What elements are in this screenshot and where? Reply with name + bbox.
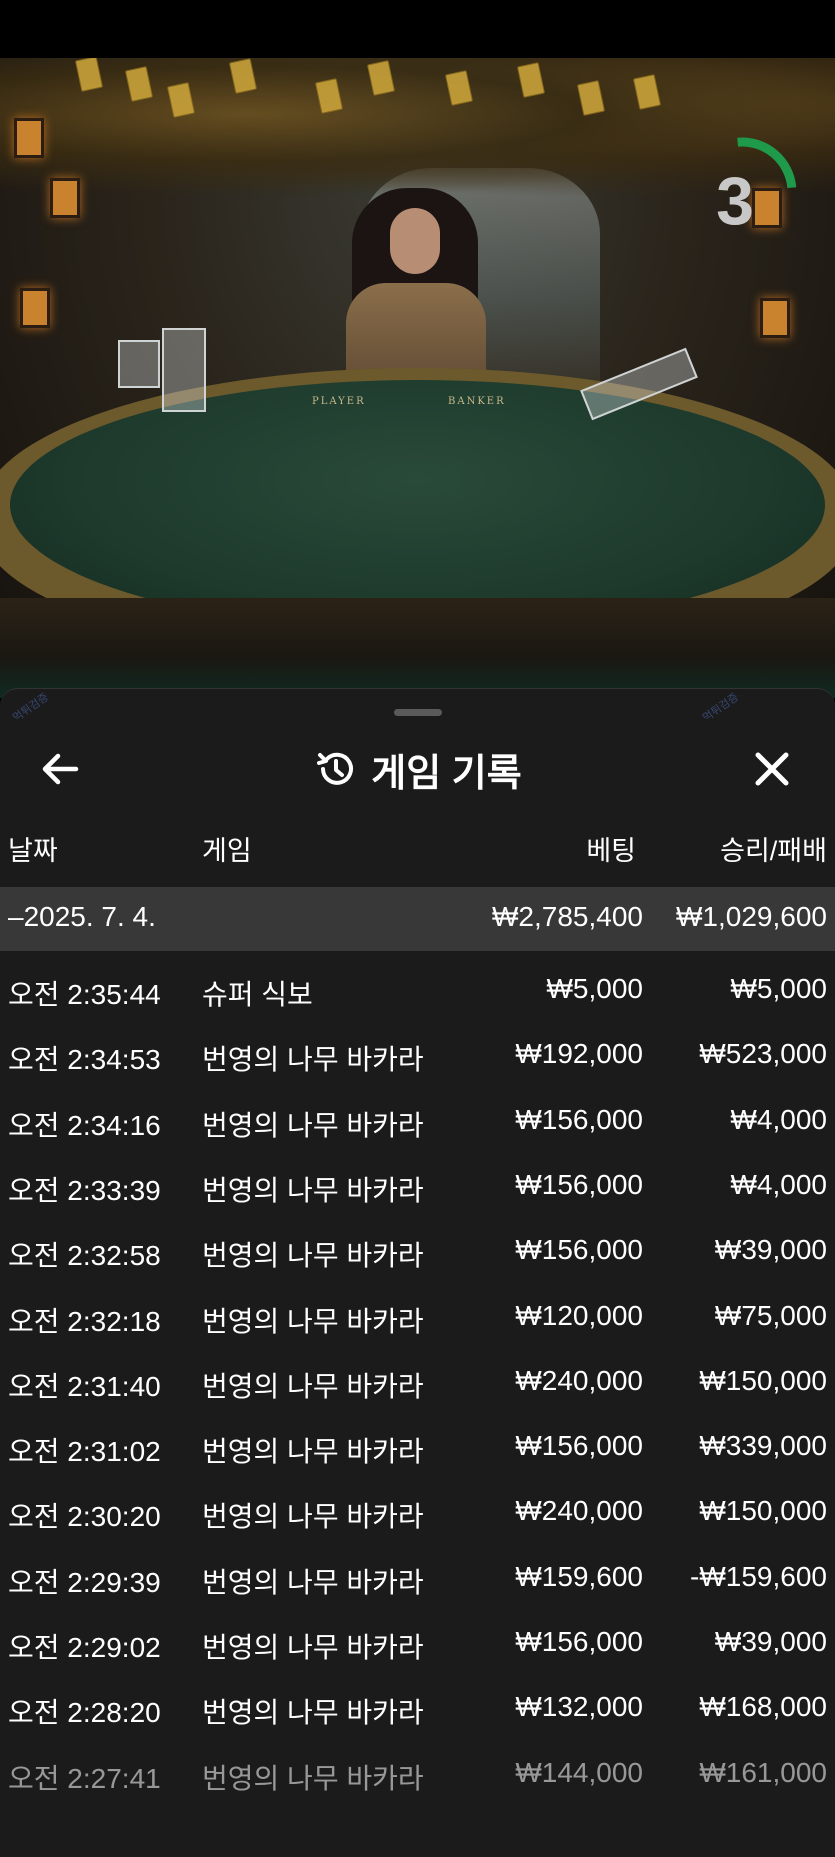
- table-row[interactable]: 오전 2:28:20 번영의 나무 바카라 ₩132,000 ₩168,000: [0, 1679, 835, 1744]
- row-time: 오전 2:31:40: [8, 1370, 161, 1402]
- row-bet-amount: ₩156,000: [515, 1103, 643, 1135]
- row-win-loss-amount: ₩5,000: [730, 973, 828, 1004]
- table-row[interactable]: 오전 2:35:44 슈퍼 식보 ₩5,000 ₩5,000: [0, 961, 835, 1026]
- close-button[interactable]: [748, 745, 796, 793]
- row-game-name: 번영의 나무 바카라: [202, 1174, 424, 1206]
- row-bet-amount: ₩156,000: [515, 1430, 643, 1462]
- row-bet-amount: ₩192,000: [515, 1038, 643, 1070]
- column-header-date[interactable]: 날짜: [8, 829, 58, 868]
- table-row[interactable]: 오전 2:34:53 번영의 나무 바카라 ₩192,000 ₩523,000: [0, 1026, 835, 1091]
- row-game-name: 번영의 나무 바카라: [202, 1501, 424, 1533]
- row-game-name: 번영의 나무 바카라: [202, 1436, 424, 1468]
- summary-date: –2025. 7. 4.: [8, 901, 156, 932]
- lantern: [50, 178, 80, 218]
- drag-handle[interactable]: [394, 709, 442, 716]
- dealer-face: [390, 208, 440, 274]
- row-game-name: 번영의 나무 바카라: [202, 1697, 424, 1729]
- row-bet-amount: ₩132,000: [515, 1691, 643, 1723]
- row-time: 오전 2:27:41: [8, 1762, 161, 1794]
- page-title: 게임 기록: [371, 752, 522, 795]
- row-time: 오전 2:31:02: [8, 1436, 161, 1468]
- row-bet-amount: ₩240,000: [515, 1364, 643, 1396]
- panel-header: 게임 기록: [0, 729, 835, 809]
- row-time: 오전 2:30:20: [8, 1501, 161, 1533]
- table-row[interactable]: 오전 2:32:18 번영의 나무 바카라 ₩120,000 ₩75,000: [0, 1288, 835, 1353]
- row-game-name: 번영의 나무 바카라: [202, 1305, 424, 1337]
- row-win-loss-amount: ₩150,000: [699, 1495, 827, 1527]
- row-time: 오전 2:29:02: [8, 1632, 161, 1663]
- row-time: 오전 2:33:39: [8, 1174, 161, 1206]
- column-header-game[interactable]: 게임: [202, 829, 252, 868]
- row-game-name: 번영의 나무 바카라: [202, 1240, 424, 1272]
- row-bet-amount: ₩156,000: [515, 1168, 643, 1200]
- countdown-timer-value: 3: [716, 163, 754, 239]
- table-row[interactable]: 오전 2:31:02 번영의 나무 바카라 ₩156,000 ₩339,000: [0, 1418, 835, 1483]
- column-header-win-loss[interactable]: 승리/패배: [720, 829, 827, 868]
- table-row[interactable]: 오전 2:30:20 번영의 나무 바카라 ₩240,000 ₩150,000: [0, 1483, 835, 1548]
- row-bet-amount: ₩120,000: [515, 1299, 643, 1331]
- lantern: [14, 118, 44, 158]
- discard-tray: [162, 328, 206, 412]
- card-shoe: [118, 340, 160, 388]
- row-time: 오전 2:28:20: [8, 1697, 161, 1729]
- row-win-loss-amount: -₩159,600: [690, 1560, 827, 1592]
- row-win-loss-amount: ₩4,000: [730, 1103, 828, 1135]
- row-game-name: 번영의 나무 바카라: [202, 1044, 424, 1076]
- row-bet-amount: ₩156,000: [515, 1234, 643, 1266]
- row-time: 오전 2:29:39: [8, 1566, 161, 1598]
- table-row[interactable]: 오전 2:29:39 번영의 나무 바카라 ₩159,600 -₩159,600: [0, 1549, 835, 1614]
- row-game-name: 번영의 나무 바카라: [202, 1566, 424, 1598]
- table-felt: [10, 380, 825, 630]
- row-game-name: 번영의 나무 바카라: [202, 1632, 424, 1663]
- row-time: 오전 2:35:44: [8, 979, 161, 1010]
- row-time: 오전 2:32:18: [8, 1305, 161, 1337]
- table-row[interactable]: 오전 2:33:39 번영의 나무 바카라 ₩156,000 ₩4,000: [0, 1157, 835, 1222]
- row-bet-amount: ₩240,000: [515, 1495, 643, 1527]
- row-game-name: 번영의 나무 바카라: [202, 1762, 424, 1794]
- summary-bet-total: ₩2,785,400: [492, 901, 643, 932]
- row-bet-amount: ₩156,000: [515, 1626, 643, 1657]
- column-header-bet[interactable]: 베팅: [586, 829, 636, 868]
- row-game-name: 번영의 나무 바카라: [202, 1370, 424, 1402]
- table-row[interactable]: 오전 2:29:02 번영의 나무 바카라 ₩156,000 ₩39,000: [0, 1614, 835, 1679]
- date-summary-row[interactable]: –2025. 7. 4. ₩2,785,400 ₩1,029,600: [0, 887, 835, 951]
- table-row[interactable]: 오전 2:31:40 번영의 나무 바카라 ₩240,000 ₩150,000: [0, 1353, 835, 1418]
- history-icon: [317, 752, 354, 785]
- row-win-loss-amount: ₩39,000: [714, 1234, 827, 1266]
- row-bet-amount: ₩5,000: [546, 973, 644, 1004]
- lantern: [20, 288, 50, 328]
- row-game-name: 번영의 나무 바카라: [202, 1109, 424, 1141]
- table-front: [0, 598, 835, 698]
- game-history-panel: 게임 기록 날짜 게임 베팅 승리/패배 –2025. 7. 4. ₩2,785…: [0, 688, 835, 1857]
- table-row[interactable]: 오전 2:27:41 번영의 나무 바카라 ₩144,000 ₩161,000: [0, 1745, 835, 1810]
- live-dealer-video: PLAYER BANKER 3: [0, 58, 835, 698]
- summary-win-loss-total: ₩1,029,600: [676, 901, 827, 932]
- row-bet-amount: ₩159,600: [515, 1560, 643, 1592]
- top-bar: [0, 0, 835, 58]
- table-row[interactable]: 오전 2:32:58 번영의 나무 바카라 ₩156,000 ₩39,000: [0, 1222, 835, 1287]
- lantern: [760, 298, 790, 338]
- table-row[interactable]: 오전 2:34:16 번영의 나무 바카라 ₩156,000 ₩4,000: [0, 1092, 835, 1157]
- row-game-name: 슈퍼 식보: [202, 979, 313, 1010]
- row-win-loss-amount: ₩339,000: [699, 1430, 827, 1462]
- row-bet-amount: ₩144,000: [515, 1756, 643, 1788]
- row-time: 오전 2:32:58: [8, 1240, 161, 1272]
- row-win-loss-amount: ₩523,000: [699, 1038, 827, 1070]
- player-felt-label: PLAYER: [312, 396, 366, 407]
- close-icon: [755, 752, 789, 786]
- row-time: 오전 2:34:53: [8, 1044, 161, 1076]
- row-win-loss-amount: ₩150,000: [699, 1364, 827, 1396]
- row-win-loss-amount: ₩168,000: [699, 1691, 827, 1723]
- row-win-loss-amount: ₩4,000: [730, 1168, 828, 1200]
- row-win-loss-amount: ₩161,000: [699, 1756, 827, 1788]
- row-win-loss-amount: ₩39,000: [714, 1626, 827, 1657]
- row-time: 오전 2:34:16: [8, 1109, 161, 1141]
- row-win-loss-amount: ₩75,000: [714, 1299, 827, 1331]
- banker-felt-label: BANKER: [448, 396, 506, 407]
